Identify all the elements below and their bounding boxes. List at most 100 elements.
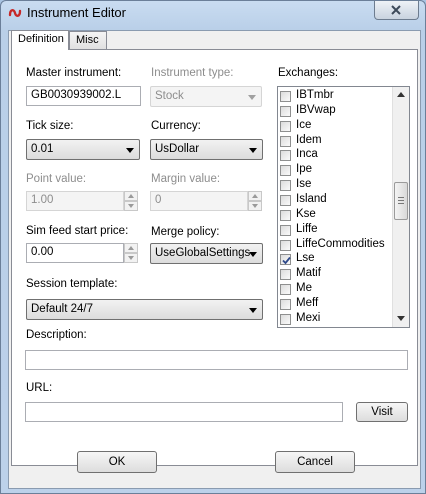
- exchange-checkbox[interactable]: [280, 313, 291, 325]
- description-input[interactable]: [25, 350, 408, 370]
- title-bar[interactable]: Instrument Editor: [1, 1, 425, 25]
- merge-policy-value: UseGlobalSettings: [155, 247, 251, 259]
- exchange-item-island[interactable]: Island: [280, 193, 390, 209]
- chevron-down-icon: [126, 148, 134, 153]
- instrument-type-value: Stock: [155, 90, 184, 102]
- exchange-item-me[interactable]: Me: [280, 282, 390, 298]
- exchange-item-inca[interactable]: Inca: [280, 148, 390, 164]
- tab-definition[interactable]: Definition: [11, 30, 69, 50]
- window-title: Instrument Editor: [27, 5, 126, 20]
- description-label: Description:: [26, 329, 87, 341]
- exchange-item-liffecommodities[interactable]: LiffeCommodities: [280, 238, 390, 254]
- exchange-item-matif[interactable]: Matif: [280, 267, 390, 283]
- session-template-label: Session template:: [26, 278, 118, 290]
- margin-value-label: Margin value:: [151, 173, 221, 185]
- exchange-item-lse[interactable]: Lse: [280, 252, 390, 268]
- exchange-name: Ipe: [296, 163, 312, 176]
- point-value-spinner: [124, 191, 138, 211]
- chevron-down-icon: [249, 148, 257, 153]
- close-icon: [391, 5, 401, 15]
- exchanges-label: Exchanges:: [278, 67, 339, 79]
- spin-up-icon: [248, 191, 262, 201]
- exchange-name: Ise: [296, 178, 312, 191]
- exchange-checkbox[interactable]: [280, 120, 291, 132]
- checkmark-icon: [282, 257, 291, 265]
- currency-dropdown[interactable]: UsDollar: [150, 139, 263, 160]
- exchange-checkbox[interactable]: [280, 105, 291, 117]
- sim-feed-start-price-spinner[interactable]: [124, 243, 138, 263]
- exchange-checkbox[interactable]: [280, 284, 291, 296]
- merge-policy-label: Merge policy:: [151, 226, 220, 238]
- cancel-button[interactable]: Cancel: [275, 451, 355, 473]
- tick-size-label: Tick size:: [26, 120, 74, 132]
- point-value-input: 1.00: [26, 191, 124, 211]
- margin-value-spinner: [248, 191, 262, 211]
- point-value-label: Point value:: [26, 173, 87, 185]
- exchange-checkbox[interactable]: [280, 298, 291, 310]
- spin-down-icon[interactable]: [124, 253, 138, 263]
- exchange-item-idem[interactable]: Idem: [280, 134, 390, 150]
- exchange-checkbox[interactable]: [280, 194, 291, 206]
- sim-feed-start-price-label: Sim feed start price:: [26, 225, 129, 237]
- exchange-checkbox[interactable]: [280, 165, 291, 177]
- exchange-item-ise[interactable]: Ise: [280, 178, 390, 194]
- currency-label: Currency:: [151, 120, 201, 132]
- exchange-item-meff[interactable]: Meff: [280, 297, 390, 313]
- spin-up-icon[interactable]: [124, 243, 138, 253]
- exchange-item-ice[interactable]: Ice: [280, 119, 390, 135]
- instrument-type-dropdown: Stock: [150, 86, 262, 107]
- exchange-checkbox[interactable]: [280, 150, 291, 162]
- exchange-item-ibvwap[interactable]: IBVwap: [280, 104, 390, 120]
- exchange-item-ibtmbr[interactable]: IBTmbr: [280, 89, 390, 105]
- instrument-type-label: Instrument type:: [151, 67, 234, 79]
- master-instrument-label: Master instrument:: [26, 67, 122, 79]
- spin-down-icon: [248, 201, 262, 211]
- exchanges-list[interactable]: IBTmbr IBVwap Ice Idem Inca Ipe Ise Island Kse Li…: [277, 86, 410, 328]
- exchange-name: Matif: [296, 267, 321, 280]
- exchange-checkbox[interactable]: [280, 91, 291, 102]
- scroll-thumb[interactable]: [394, 182, 408, 220]
- chevron-down-icon: [249, 252, 257, 257]
- scroll-up-icon[interactable]: [397, 92, 405, 97]
- margin-value-input: 0: [150, 191, 248, 211]
- exchange-checkbox[interactable]: [280, 239, 291, 251]
- exchange-checkbox[interactable]: [280, 224, 291, 236]
- spin-down-icon: [124, 201, 138, 211]
- exchange-name: LiffeCommodities: [296, 237, 385, 250]
- exchange-name: Mexi: [296, 311, 321, 324]
- exchange-name: Liffe: [296, 222, 318, 235]
- ok-button[interactable]: OK: [77, 451, 157, 473]
- exchanges-scrollbar[interactable]: [392, 87, 409, 327]
- visit-button[interactable]: Visit: [356, 402, 408, 422]
- exchange-item-liffe[interactable]: Liffe: [280, 223, 390, 239]
- dialog-client-area: Definition Misc Master instrument: GB003…: [8, 30, 421, 489]
- exchange-name: IBVwap: [296, 103, 336, 116]
- exchange-checkbox[interactable]: [280, 180, 291, 192]
- master-instrument-input[interactable]: GB0030939002.L: [26, 86, 141, 106]
- exchange-checkbox[interactable]: [280, 269, 291, 281]
- session-template-dropdown[interactable]: Default 24/7: [26, 299, 263, 320]
- chevron-down-icon: [249, 308, 257, 313]
- session-template-value: Default 24/7: [31, 303, 94, 315]
- instrument-editor-window: Instrument Editor Definition Misc Master…: [0, 0, 426, 494]
- close-button[interactable]: [374, 1, 419, 20]
- definition-panel: Master instrument: GB0030939002.L Instru…: [11, 49, 418, 466]
- exchange-item-ipe[interactable]: Ipe: [280, 163, 390, 179]
- exchange-item-kse[interactable]: Kse: [280, 208, 390, 224]
- exchange-name: Kse: [296, 207, 316, 220]
- tab-misc[interactable]: Misc: [69, 31, 107, 49]
- exchange-item-mexi[interactable]: Mexi: [280, 311, 390, 327]
- exchange-name: Lse: [296, 252, 315, 265]
- exchange-checkbox[interactable]: [280, 254, 291, 266]
- exchange-checkbox[interactable]: [280, 209, 291, 221]
- url-input[interactable]: [25, 402, 343, 422]
- sim-feed-start-price-input[interactable]: 0.00: [26, 243, 124, 263]
- exchange-checkbox[interactable]: [280, 135, 291, 147]
- scroll-down-icon[interactable]: [397, 316, 405, 321]
- exchange-name: Inca: [296, 148, 318, 161]
- tick-size-dropdown[interactable]: 0.01: [26, 139, 140, 160]
- url-label: URL:: [26, 382, 53, 394]
- merge-policy-dropdown[interactable]: UseGlobalSettings: [150, 243, 263, 264]
- exchange-name: Ice: [296, 118, 312, 131]
- exchange-name: Me: [296, 282, 312, 295]
